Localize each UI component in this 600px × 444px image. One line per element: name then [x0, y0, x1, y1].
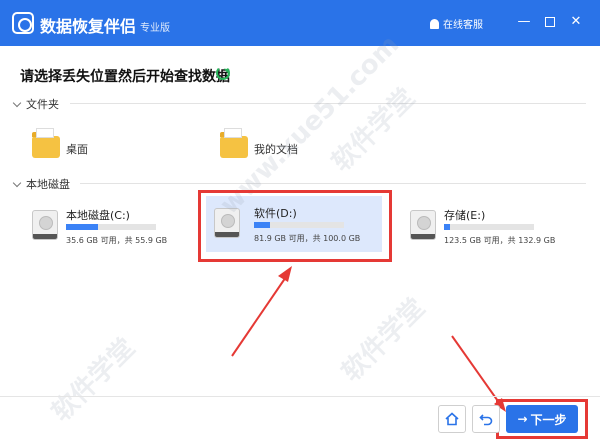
arrowhead-drive-d	[278, 266, 292, 282]
arrow-to-drive-d	[231, 273, 289, 357]
drive-name: 存储(E:)	[444, 209, 486, 222]
refresh-icon[interactable]	[216, 66, 230, 80]
folder-icon	[220, 128, 248, 158]
close-button[interactable]: ✕	[568, 14, 584, 30]
drive-item-e[interactable]: 存储(E:) 123.5 GB 可用，共 132.9 GB	[402, 198, 582, 252]
folders-section-toggle[interactable]: 文件夹	[12, 96, 59, 112]
edition-label: 专业版	[140, 23, 170, 34]
online-service-button[interactable]: 在线客服	[430, 16, 483, 31]
drive-item-c[interactable]: 本地磁盘(C:) 35.6 GB 可用，共 55.9 GB	[24, 198, 204, 252]
drive-info: 35.6 GB 可用，共 55.9 GB	[66, 236, 168, 245]
next-step-button[interactable]: → 下一步	[506, 405, 578, 433]
chevron-down-icon	[12, 98, 22, 107]
arrow-right-icon: →	[517, 412, 528, 426]
back-button[interactable]	[472, 405, 500, 433]
minimize-button[interactable]: —	[516, 14, 532, 30]
maximize-button[interactable]	[542, 14, 558, 30]
drive-usage-fill	[444, 224, 451, 230]
hard-drive-icon	[410, 210, 436, 240]
folder-icon	[32, 128, 60, 158]
folder-label: 桌面	[66, 143, 88, 156]
drives-section-toggle[interactable]: 本地磁盘	[12, 176, 70, 192]
next-step-label: 下一步	[530, 412, 567, 427]
watermark-text: 软件学堂	[46, 332, 142, 428]
online-service-label: 在线客服	[443, 20, 483, 31]
highlight-box-drive-d	[198, 190, 392, 262]
drive-usage-fill	[66, 224, 99, 230]
page-title: 请选择丢失位置然后开始查找数据	[20, 69, 230, 85]
back-icon	[479, 414, 493, 426]
drive-usage-bar	[444, 224, 534, 230]
hard-drive-icon	[32, 210, 58, 240]
home-button[interactable]	[438, 405, 466, 433]
title-bar: 数据恢复伴侣 专业版 在线客服 — ✕	[0, 0, 600, 46]
watermark-text: 软件学堂	[336, 292, 432, 388]
app-logo-icon	[12, 12, 34, 34]
footer-divider	[0, 396, 600, 397]
arrow-to-next	[451, 335, 501, 405]
headset-icon	[430, 18, 439, 29]
divider	[80, 183, 586, 184]
chevron-down-icon	[12, 178, 22, 187]
drive-info: 123.5 GB 可用，共 132.9 GB	[444, 236, 556, 245]
maximize-icon	[545, 17, 555, 27]
folders-section-label: 文件夹	[26, 98, 59, 111]
drive-usage-bar	[66, 224, 156, 230]
home-icon	[445, 412, 459, 426]
app-title: 数据恢复伴侣	[40, 17, 137, 36]
drive-name: 本地磁盘(C:)	[66, 209, 130, 222]
drives-section-label: 本地磁盘	[26, 178, 70, 191]
